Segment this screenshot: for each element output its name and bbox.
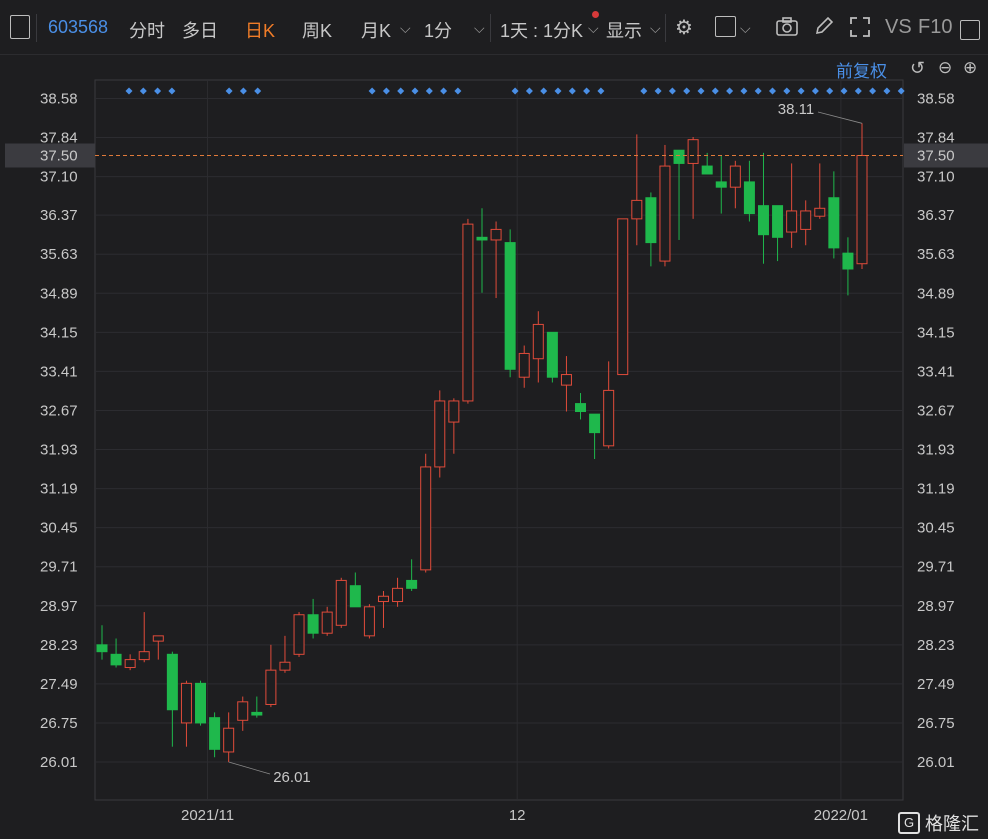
- candle-body: [321, 611, 333, 634]
- candlestick-chart[interactable]: 38.58 38.5837.84 37.8437.10 37.1036.37 36.37…: [0, 0, 988, 839]
- candle-body: [603, 389, 615, 447]
- candle-body: [223, 727, 235, 753]
- candle-body: [504, 242, 516, 370]
- candle-body: [406, 579, 418, 589]
- candle-body: [180, 682, 192, 724]
- candle-body: [659, 165, 671, 262]
- y-tick-label-left: 26.01: [40, 754, 78, 771]
- current-price-label-right: 37.50: [917, 148, 955, 165]
- x-tick-label: 2021/11: [181, 807, 234, 824]
- y-tick-label-right: 27.49: [917, 676, 955, 693]
- candle-body: [757, 205, 769, 236]
- y-tick-label-right: 26.75: [917, 715, 955, 732]
- candle-body: [800, 210, 812, 230]
- candle-body: [138, 651, 150, 661]
- y-tick-label-left: 34.15: [40, 324, 78, 341]
- candle-body: [377, 595, 389, 603]
- y-tick-label-right: 28.97: [917, 598, 955, 615]
- candle-body: [490, 228, 502, 241]
- y-tick-label-right: 26.01: [917, 754, 955, 771]
- candle-body: [462, 223, 474, 402]
- candle-body: [363, 606, 375, 637]
- high-price-label: 38.11: [778, 101, 814, 118]
- candle-body: [251, 711, 263, 716]
- candle-body: [729, 165, 741, 188]
- y-tick-label-right: 33.41: [917, 363, 955, 380]
- y-tick-label-left: 28.97: [40, 598, 78, 615]
- y-tick-label-left: 30.45: [40, 520, 78, 537]
- y-tick-label-left: 31.93: [40, 442, 78, 459]
- low-price-label: 26.01: [273, 769, 311, 786]
- candle-body: [617, 218, 629, 376]
- candle-body: [166, 653, 178, 711]
- candle-body: [265, 669, 277, 705]
- candle-body: [293, 614, 305, 655]
- candle-body: [546, 331, 558, 378]
- candle-body: [349, 585, 361, 608]
- y-tick-label-right: 38.58: [917, 91, 955, 108]
- y-tick-label-left: 28.23: [40, 637, 78, 654]
- candle-body: [124, 659, 136, 669]
- y-tick-label-right: 32.67: [917, 402, 955, 419]
- x-tick-label: 2022/01: [814, 807, 868, 824]
- y-tick-label-left: 32.67: [40, 402, 78, 419]
- candle-body: [575, 403, 587, 413]
- candle-body: [209, 717, 221, 750]
- candle-body: [560, 374, 572, 386]
- candle-body: [110, 653, 122, 666]
- y-tick-label-left: 31.19: [40, 481, 78, 498]
- candle-body: [335, 579, 347, 626]
- candle-body: [856, 155, 868, 265]
- x-tick-label: 12: [509, 807, 526, 824]
- plot-area: [94, 79, 904, 801]
- candle-body: [448, 400, 460, 423]
- candle-body: [420, 466, 432, 571]
- current-price-label-left: 37.50: [40, 148, 78, 165]
- y-tick-label-left: 26.75: [40, 715, 78, 732]
- candle-body: [195, 682, 207, 724]
- y-tick-label-left: 38.58: [40, 91, 78, 108]
- y-tick-label-left: 34.89: [40, 285, 78, 302]
- candle-body: [701, 165, 713, 175]
- candle-body: [518, 352, 530, 378]
- y-tick-label-right: 37.10: [917, 169, 955, 186]
- candle-body: [476, 236, 488, 241]
- candle-body: [828, 197, 840, 249]
- candle-body: [631, 199, 643, 220]
- gelonghui-logo: G 格隆汇: [898, 810, 979, 836]
- candle-body: [687, 139, 699, 164]
- y-tick-label-right: 31.19: [917, 481, 955, 498]
- candle-body: [307, 614, 319, 634]
- y-tick-label-right: 31.93: [917, 442, 955, 459]
- candle-body: [743, 181, 755, 215]
- y-tick-label-left: 37.10: [40, 169, 78, 186]
- y-tick-label-right: 30.45: [917, 520, 955, 537]
- y-tick-label-left: 33.41: [40, 363, 78, 380]
- candle-body: [96, 644, 108, 653]
- candle-body: [237, 701, 249, 721]
- candle-body: [715, 181, 727, 188]
- candle-body: [772, 205, 784, 238]
- y-tick-label-right: 29.71: [917, 559, 955, 576]
- y-tick-label-right: 36.37: [917, 207, 955, 224]
- candle-body: [152, 635, 164, 642]
- candle-body: [842, 252, 854, 270]
- candle-body: [645, 197, 657, 244]
- y-tick-label-right: 35.63: [917, 246, 955, 263]
- candle-body: [814, 207, 826, 217]
- candle-body: [279, 661, 291, 671]
- candle-body: [434, 400, 446, 468]
- candle-body: [786, 210, 798, 233]
- candle-body: [532, 323, 544, 360]
- y-tick-label-left: 27.49: [40, 676, 78, 693]
- candle-body: [392, 587, 404, 603]
- y-tick-label-right: 34.89: [917, 285, 955, 302]
- y-tick-label-left: 35.63: [40, 246, 78, 263]
- candle-body: [673, 149, 685, 164]
- y-tick-label-left: 29.71: [40, 559, 78, 576]
- y-tick-label-left: 36.37: [40, 207, 78, 224]
- y-tick-label-right: 28.23: [917, 637, 955, 654]
- candle-body: [589, 413, 601, 434]
- y-tick-label-right: 34.15: [917, 324, 955, 341]
